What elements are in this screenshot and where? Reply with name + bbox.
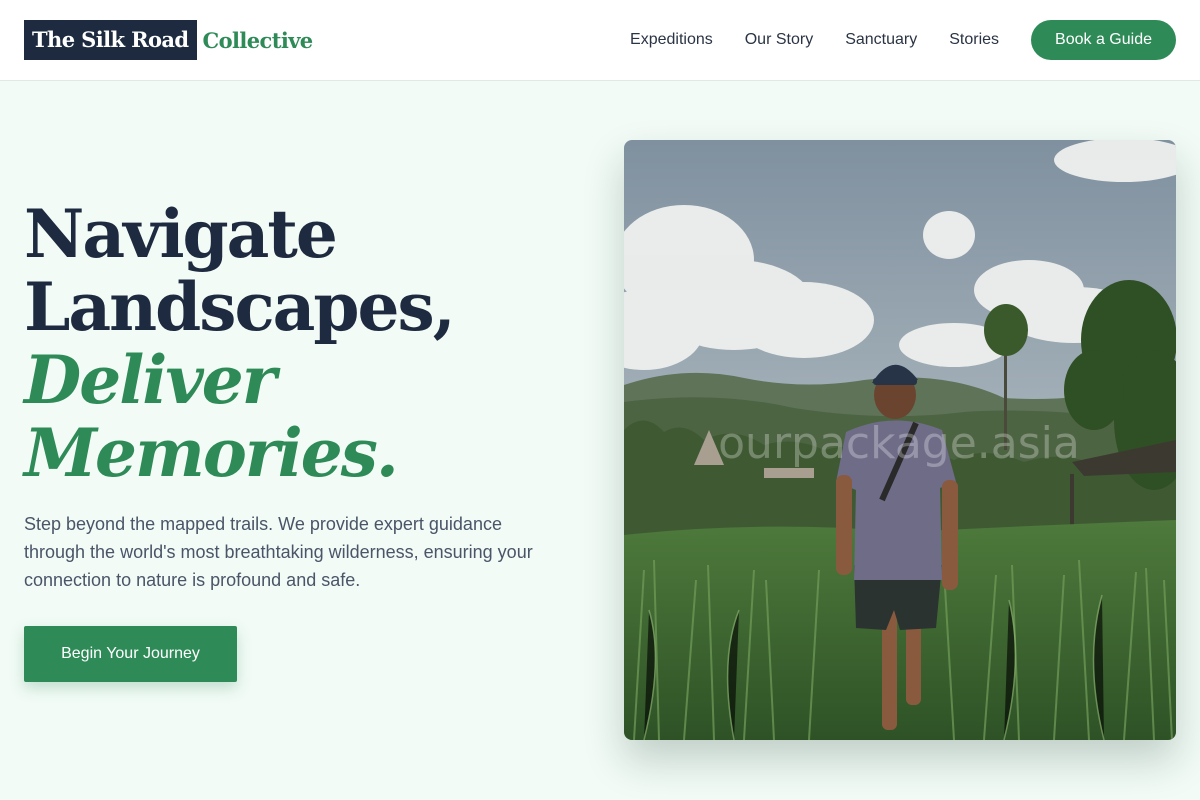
hero-title: Navigate Landscapes, Deliver Memories. bbox=[24, 195, 456, 492]
main-nav: Expeditions Our Story Sanctuary Stories … bbox=[630, 20, 1176, 60]
hero-title-line-4: Memories. bbox=[24, 414, 399, 492]
hero-description: Step beyond the mapped trails. We provid… bbox=[24, 514, 533, 590]
site-header: The Silk Road Collective Expeditions Our… bbox=[0, 0, 1200, 81]
logo-green-text: Collective bbox=[202, 27, 314, 53]
nav-sanctuary[interactable]: Sanctuary bbox=[845, 31, 917, 49]
nav-expeditions[interactable]: Expeditions bbox=[630, 31, 713, 49]
begin-journey-button[interactable]: Begin Your Journey bbox=[24, 626, 237, 682]
site-logo[interactable]: The Silk Road Collective bbox=[24, 20, 313, 60]
nav-our-story[interactable]: Our Story bbox=[745, 31, 813, 49]
image-watermark: ourpackage.asia bbox=[718, 418, 1080, 469]
hero-title-line-3: Deliver bbox=[24, 341, 276, 419]
logo-dark-text: The Silk Road bbox=[24, 20, 197, 60]
book-guide-button[interactable]: Book a Guide bbox=[1031, 20, 1176, 60]
nav-stories[interactable]: Stories bbox=[949, 31, 999, 49]
hiker-rice-field-image: ourpackage.asia bbox=[624, 140, 1176, 740]
hero-photo: ourpackage.asia bbox=[624, 140, 1176, 740]
hero-title-line-1: Navigate bbox=[24, 195, 338, 273]
hero-title-line-2: Landscapes, bbox=[24, 268, 456, 346]
